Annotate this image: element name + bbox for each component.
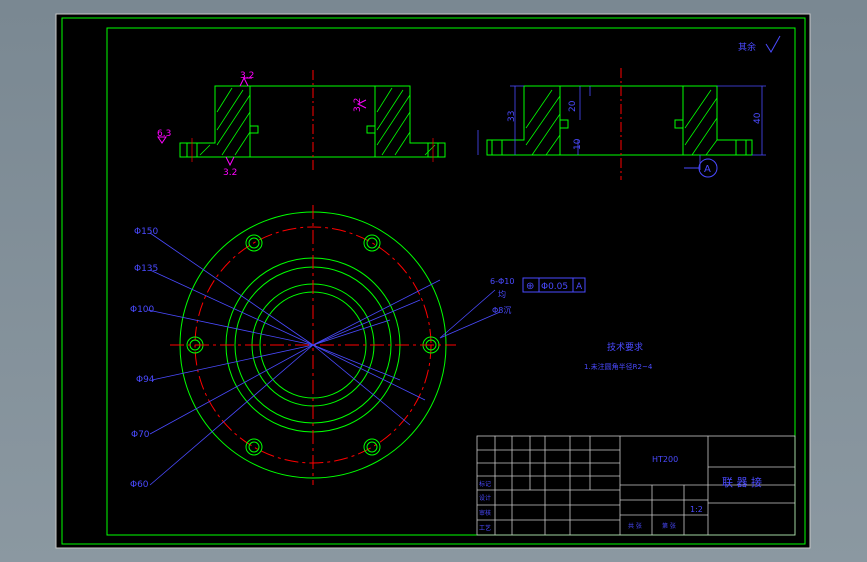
row-label-mark: 标记: [479, 480, 491, 488]
part-name: 联 器 接: [722, 476, 762, 489]
roughness-top-label: 3.2: [240, 71, 254, 81]
drawing-viewport: 其余 3.2 6.3 3.2 3.2 33 20 10 40 A Φ150 Φ1…: [0, 0, 867, 562]
dia-label-94: Φ94: [136, 375, 155, 385]
tolerance-value: Φ0.05: [541, 282, 568, 292]
datum-label: A: [704, 164, 711, 175]
dim-height-3: 10: [573, 138, 583, 150]
hole-note-sub: 均: [498, 289, 506, 299]
roughness-side-label: 6.3: [157, 129, 171, 139]
tech-requirements-title: 技术要求: [607, 341, 643, 353]
dia-label-150: Φ150: [134, 227, 159, 237]
dim-height-1: 33: [507, 111, 517, 122]
dia-label-60: Φ60: [130, 480, 149, 490]
roughness-bottom-label: 3.2: [223, 168, 237, 178]
sheet-number: 第 张: [662, 522, 676, 530]
scale-value: 1:2: [690, 505, 703, 514]
sheet-count: 共 张: [628, 522, 642, 530]
roughness-right-label: 3.2: [353, 98, 363, 112]
row-label-design: 设计: [479, 494, 491, 502]
hole-note: 6-Φ10: [490, 277, 514, 286]
cad-drawing: 其余 3.2 6.3 3.2 3.2 33 20 10 40 A Φ150 Φ1…: [55, 13, 811, 549]
dia-label-70: Φ70: [131, 430, 150, 440]
dim-total: 40: [753, 112, 763, 124]
dia-label-100: Φ100: [130, 305, 155, 315]
hole-note-sub2: Φ8沉: [492, 306, 511, 315]
tech-requirements-item-1: 1.未注圆角半径R2~4: [584, 362, 653, 371]
tolerance-datum: A: [576, 282, 583, 292]
dia-label-135: Φ135: [134, 264, 158, 274]
row-label-process: 工艺: [479, 524, 491, 532]
other-roughness-note: 其余: [738, 41, 756, 53]
dim-height-2: 20: [568, 100, 578, 112]
drawing-sheet: [55, 13, 811, 549]
position-tolerance-icon: ⊕: [526, 281, 534, 292]
material-label: HT200: [652, 455, 678, 464]
row-label-review: 审核: [479, 509, 491, 517]
